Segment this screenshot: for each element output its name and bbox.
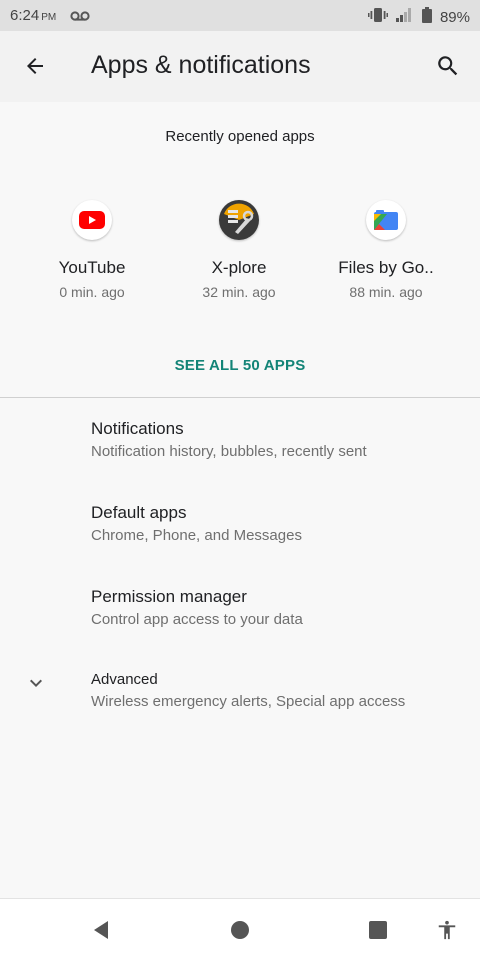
chevron-down-icon bbox=[22, 669, 50, 697]
settings-item-advanced[interactable]: Advanced Wireless emergency alerts, Spec… bbox=[0, 671, 480, 741]
signal-icon bbox=[395, 8, 414, 26]
triangle-back-icon bbox=[94, 921, 108, 939]
recent-app-youtube[interactable]: YouTube 0 min. ago bbox=[19, 200, 165, 300]
app-name: Files by Go.. bbox=[338, 258, 434, 277]
accessibility-button[interactable] bbox=[432, 915, 462, 945]
recent-apps-header: Recently opened apps bbox=[165, 128, 315, 145]
settings-item-permission-manager[interactable]: Permission manager Control app access to… bbox=[0, 587, 480, 657]
page-title: Apps & notifications bbox=[91, 51, 311, 79]
nav-recents-button[interactable] bbox=[363, 915, 393, 945]
nav-home-button[interactable] bbox=[225, 915, 255, 945]
status-bar: 6:24 PM 89% bbox=[0, 0, 480, 31]
app-last-used: 0 min. ago bbox=[59, 284, 125, 300]
files-by-google-icon bbox=[374, 210, 398, 230]
app-name: X-plore bbox=[211, 258, 267, 277]
settings-item-default-apps[interactable]: Default apps Chrome, Phone, and Messages bbox=[0, 503, 480, 573]
battery-icon bbox=[421, 7, 432, 27]
search-button[interactable] bbox=[428, 46, 468, 86]
settings-item-summary: Notification history, bubbles, recently … bbox=[91, 443, 367, 460]
arrow-back-icon bbox=[27, 58, 43, 74]
recent-app-files-by-google[interactable]: Files by Go.. 88 min. ago bbox=[313, 200, 459, 300]
settings-item-title: Notifications bbox=[91, 419, 184, 438]
settings-item-summary: Wireless emergency alerts, Special app a… bbox=[91, 693, 406, 710]
app-name: YouTube bbox=[58, 258, 126, 277]
vibrate-icon bbox=[367, 7, 388, 27]
search-icon bbox=[438, 56, 458, 76]
back-button[interactable] bbox=[15, 46, 55, 86]
voicemail-icon bbox=[70, 9, 90, 26]
square-recents-icon bbox=[369, 921, 387, 939]
circle-home-icon bbox=[231, 921, 249, 939]
divider bbox=[0, 397, 480, 398]
recent-app-xplore[interactable]: X-plore 32 min. ago bbox=[166, 200, 312, 300]
battery-percent: 89% bbox=[439, 8, 470, 26]
app-last-used: 88 min. ago bbox=[349, 284, 423, 300]
settings-item-notifications[interactable]: Notifications Notification history, bubb… bbox=[0, 419, 480, 489]
settings-item-title: Default apps bbox=[91, 503, 187, 522]
settings-item-summary: Control app access to your data bbox=[91, 611, 303, 628]
youtube-icon bbox=[79, 211, 105, 229]
app-last-used: 32 min. ago bbox=[202, 284, 276, 300]
xplore-icon bbox=[220, 201, 258, 239]
accessibility-icon bbox=[438, 920, 456, 940]
nav-back-button[interactable] bbox=[86, 915, 116, 945]
status-time: 6:24 PM bbox=[10, 7, 57, 24]
settings-item-title: Advanced bbox=[91, 671, 158, 688]
navigation-bar bbox=[0, 898, 480, 961]
app-bar: Apps & notifications bbox=[0, 31, 480, 102]
settings-item-title: Permission manager bbox=[91, 587, 247, 606]
see-all-apps-button[interactable]: SEE ALL 50 APPS bbox=[0, 357, 480, 374]
settings-item-summary: Chrome, Phone, and Messages bbox=[91, 527, 302, 544]
